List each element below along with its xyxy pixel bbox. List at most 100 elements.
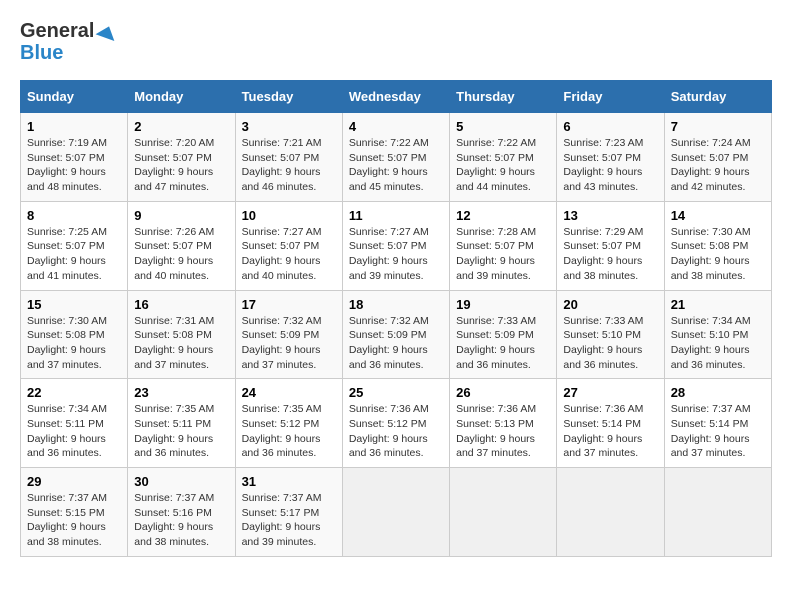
sunrise: Sunrise: 7:25 AM xyxy=(27,226,107,238)
calendar-cell: 7 Sunrise: 7:24 AM Sunset: 5:07 PM Dayli… xyxy=(664,113,771,202)
day-info: Sunrise: 7:30 AM Sunset: 5:08 PM Dayligh… xyxy=(671,225,765,284)
calendar-cell: 8 Sunrise: 7:25 AM Sunset: 5:07 PM Dayli… xyxy=(21,201,128,290)
day-number: 24 xyxy=(242,385,336,400)
sunrise: Sunrise: 7:29 AM xyxy=(563,226,643,238)
day-info: Sunrise: 7:29 AM Sunset: 5:07 PM Dayligh… xyxy=(563,225,657,284)
sunset: Sunset: 5:15 PM xyxy=(27,507,105,519)
daylight: Daylight: 9 hours and 36 minutes. xyxy=(671,344,750,371)
sunrise: Sunrise: 7:36 AM xyxy=(563,403,643,415)
day-info: Sunrise: 7:35 AM Sunset: 5:12 PM Dayligh… xyxy=(242,402,336,461)
day-info: Sunrise: 7:34 AM Sunset: 5:10 PM Dayligh… xyxy=(671,314,765,373)
calendar-cell xyxy=(450,468,557,557)
calendar-cell: 4 Sunrise: 7:22 AM Sunset: 5:07 PM Dayli… xyxy=(342,113,449,202)
day-info: Sunrise: 7:37 AM Sunset: 5:16 PM Dayligh… xyxy=(134,491,228,550)
day-number: 3 xyxy=(242,119,336,134)
calendar-cell: 18 Sunrise: 7:32 AM Sunset: 5:09 PM Dayl… xyxy=(342,290,449,379)
col-header-sunday: Sunday xyxy=(21,81,128,113)
daylight: Daylight: 9 hours and 39 minutes. xyxy=(349,255,428,282)
daylight: Daylight: 9 hours and 37 minutes. xyxy=(563,433,642,460)
day-number: 20 xyxy=(563,297,657,312)
day-number: 1 xyxy=(27,119,121,134)
daylight: Daylight: 9 hours and 37 minutes. xyxy=(134,344,213,371)
col-header-tuesday: Tuesday xyxy=(235,81,342,113)
daylight: Daylight: 9 hours and 37 minutes. xyxy=(242,344,321,371)
sunset: Sunset: 5:07 PM xyxy=(349,152,427,164)
day-info: Sunrise: 7:36 AM Sunset: 5:13 PM Dayligh… xyxy=(456,402,550,461)
sunset: Sunset: 5:07 PM xyxy=(456,240,534,252)
sunset: Sunset: 5:07 PM xyxy=(27,152,105,164)
calendar-cell: 28 Sunrise: 7:37 AM Sunset: 5:14 PM Dayl… xyxy=(664,379,771,468)
day-number: 15 xyxy=(27,297,121,312)
calendar-cell: 13 Sunrise: 7:29 AM Sunset: 5:07 PM Dayl… xyxy=(557,201,664,290)
sunrise: Sunrise: 7:20 AM xyxy=(134,137,214,149)
sunset: Sunset: 5:07 PM xyxy=(242,152,320,164)
calendar-cell: 9 Sunrise: 7:26 AM Sunset: 5:07 PM Dayli… xyxy=(128,201,235,290)
sunset: Sunset: 5:07 PM xyxy=(134,240,212,252)
calendar-cell: 5 Sunrise: 7:22 AM Sunset: 5:07 PM Dayli… xyxy=(450,113,557,202)
sunrise: Sunrise: 7:36 AM xyxy=(349,403,429,415)
daylight: Daylight: 9 hours and 36 minutes. xyxy=(242,433,321,460)
day-info: Sunrise: 7:19 AM Sunset: 5:07 PM Dayligh… xyxy=(27,136,121,195)
day-number: 10 xyxy=(242,208,336,223)
sunset: Sunset: 5:09 PM xyxy=(456,329,534,341)
day-number: 26 xyxy=(456,385,550,400)
sunrise: Sunrise: 7:32 AM xyxy=(242,315,322,327)
sunrise: Sunrise: 7:27 AM xyxy=(242,226,322,238)
sunrise: Sunrise: 7:19 AM xyxy=(27,137,107,149)
day-info: Sunrise: 7:23 AM Sunset: 5:07 PM Dayligh… xyxy=(563,136,657,195)
daylight: Daylight: 9 hours and 46 minutes. xyxy=(242,166,321,193)
sunset: Sunset: 5:10 PM xyxy=(563,329,641,341)
sunset: Sunset: 5:10 PM xyxy=(671,329,749,341)
sunset: Sunset: 5:09 PM xyxy=(349,329,427,341)
sunset: Sunset: 5:14 PM xyxy=(563,418,641,430)
daylight: Daylight: 9 hours and 37 minutes. xyxy=(27,344,106,371)
day-number: 16 xyxy=(134,297,228,312)
day-info: Sunrise: 7:27 AM Sunset: 5:07 PM Dayligh… xyxy=(349,225,443,284)
day-number: 28 xyxy=(671,385,765,400)
day-info: Sunrise: 7:28 AM Sunset: 5:07 PM Dayligh… xyxy=(456,225,550,284)
daylight: Daylight: 9 hours and 43 minutes. xyxy=(563,166,642,193)
day-number: 6 xyxy=(563,119,657,134)
daylight: Daylight: 9 hours and 36 minutes. xyxy=(349,433,428,460)
day-info: Sunrise: 7:36 AM Sunset: 5:14 PM Dayligh… xyxy=(563,402,657,461)
day-info: Sunrise: 7:30 AM Sunset: 5:08 PM Dayligh… xyxy=(27,314,121,373)
day-number: 23 xyxy=(134,385,228,400)
daylight: Daylight: 9 hours and 41 minutes. xyxy=(27,255,106,282)
sunset: Sunset: 5:07 PM xyxy=(563,152,641,164)
sunrise: Sunrise: 7:33 AM xyxy=(456,315,536,327)
day-info: Sunrise: 7:32 AM Sunset: 5:09 PM Dayligh… xyxy=(349,314,443,373)
sunset: Sunset: 5:11 PM xyxy=(134,418,211,430)
day-info: Sunrise: 7:37 AM Sunset: 5:17 PM Dayligh… xyxy=(242,491,336,550)
col-header-saturday: Saturday xyxy=(664,81,771,113)
sunset: Sunset: 5:07 PM xyxy=(134,152,212,164)
daylight: Daylight: 9 hours and 36 minutes. xyxy=(349,344,428,371)
day-number: 14 xyxy=(671,208,765,223)
day-info: Sunrise: 7:37 AM Sunset: 5:15 PM Dayligh… xyxy=(27,491,121,550)
calendar-cell: 14 Sunrise: 7:30 AM Sunset: 5:08 PM Dayl… xyxy=(664,201,771,290)
sunrise: Sunrise: 7:31 AM xyxy=(134,315,214,327)
calendar-cell xyxy=(664,468,771,557)
day-info: Sunrise: 7:25 AM Sunset: 5:07 PM Dayligh… xyxy=(27,225,121,284)
week-row: 29 Sunrise: 7:37 AM Sunset: 5:15 PM Dayl… xyxy=(21,468,772,557)
sunrise: Sunrise: 7:21 AM xyxy=(242,137,322,149)
day-number: 19 xyxy=(456,297,550,312)
calendar-cell: 24 Sunrise: 7:35 AM Sunset: 5:12 PM Dayl… xyxy=(235,379,342,468)
calendar-cell: 20 Sunrise: 7:33 AM Sunset: 5:10 PM Dayl… xyxy=(557,290,664,379)
calendar-cell: 3 Sunrise: 7:21 AM Sunset: 5:07 PM Dayli… xyxy=(235,113,342,202)
day-info: Sunrise: 7:33 AM Sunset: 5:10 PM Dayligh… xyxy=(563,314,657,373)
calendar-cell: 25 Sunrise: 7:36 AM Sunset: 5:12 PM Dayl… xyxy=(342,379,449,468)
sunrise: Sunrise: 7:37 AM xyxy=(242,492,322,504)
day-number: 30 xyxy=(134,474,228,489)
day-info: Sunrise: 7:20 AM Sunset: 5:07 PM Dayligh… xyxy=(134,136,228,195)
daylight: Daylight: 9 hours and 48 minutes. xyxy=(27,166,106,193)
sunset: Sunset: 5:16 PM xyxy=(134,507,212,519)
sunrise: Sunrise: 7:35 AM xyxy=(134,403,214,415)
page-header: General Blue xyxy=(20,20,772,64)
week-row: 1 Sunrise: 7:19 AM Sunset: 5:07 PM Dayli… xyxy=(21,113,772,202)
sunset: Sunset: 5:17 PM xyxy=(242,507,320,519)
calendar-table: SundayMondayTuesdayWednesdayThursdayFrid… xyxy=(20,80,772,557)
sunrise: Sunrise: 7:28 AM xyxy=(456,226,536,238)
sunrise: Sunrise: 7:37 AM xyxy=(27,492,107,504)
daylight: Daylight: 9 hours and 38 minutes. xyxy=(671,255,750,282)
sunset: Sunset: 5:08 PM xyxy=(671,240,749,252)
